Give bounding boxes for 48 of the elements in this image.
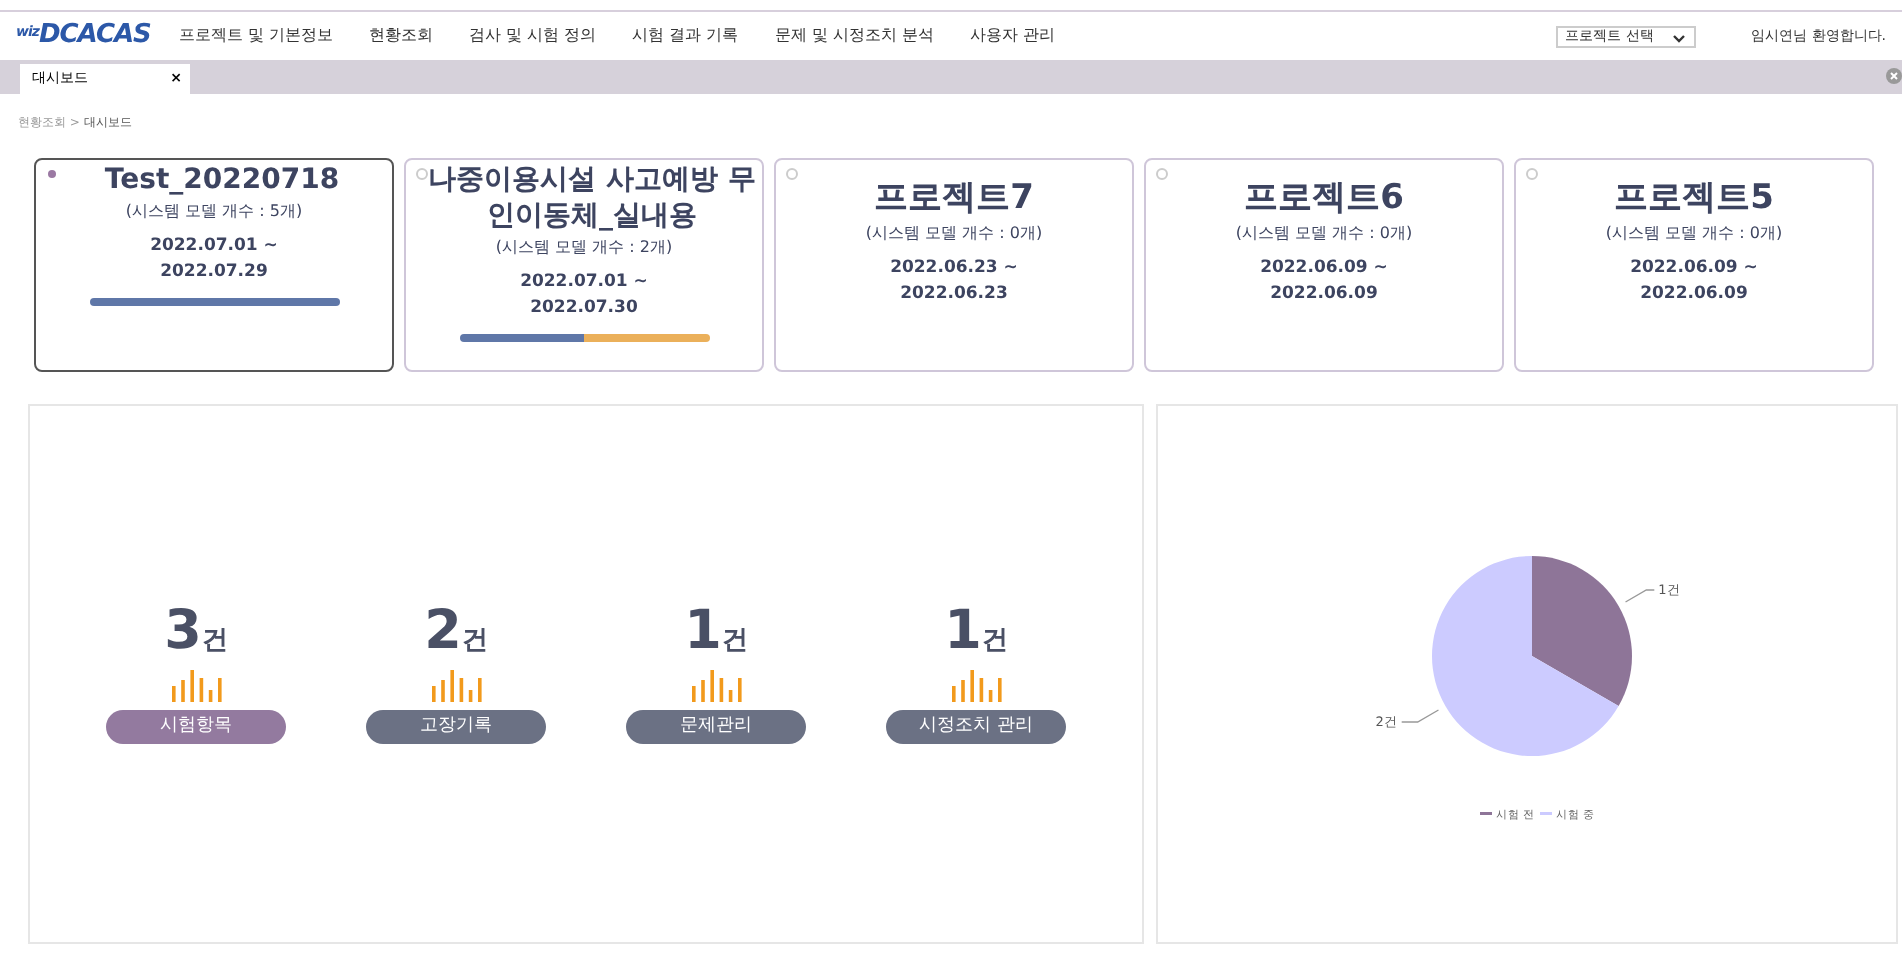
model-count: (시스템 모델 개수 : 0개) — [1235, 222, 1413, 247]
radio-icon[interactable] — [1526, 168, 1538, 180]
category-pill[interactable]: 문제관리 — [626, 710, 806, 744]
model-count: (시스템 모델 개수 : 2개) — [495, 236, 673, 261]
project-title: 프로젝트7 — [874, 176, 1034, 221]
date-range: 2022.07.01 ~ 2022.07.29 — [150, 234, 278, 286]
menu-link[interactable]: 프로젝트 및 기본정보 — [178, 24, 334, 48]
project-title: Test_20220718 — [104, 162, 340, 199]
model-count: (시스템 모델 개수 : 5개) — [125, 200, 303, 225]
project-title: 프로젝트6 — [1244, 176, 1404, 221]
bar-chart-icon — [429, 670, 483, 702]
model-count: (시스템 모델 개수 : 0개) — [865, 222, 1043, 247]
bar-chart-icon — [689, 670, 743, 702]
category-pill[interactable]: 고장기록 — [366, 710, 546, 744]
count-text: 1건 — [684, 604, 748, 662]
menu-link[interactable]: 사용자 관리 — [969, 24, 1055, 48]
count-text: 2 건 — [424, 604, 488, 662]
logo[interactable]: $^{wiz}$DCACAS — [16, 16, 151, 56]
date-range: 2022.07.01 ~ 2022.07.30 — [520, 270, 648, 322]
radio-icon[interactable] — [48, 170, 56, 178]
radio-icon[interactable] — [786, 168, 798, 180]
project-card[interactable]: 프로젝트6 (시스템 모델 개수 : 0개) 2022.06.09 ~ 2022.06.09 — [1144, 158, 1504, 372]
date-range: 2022.06.09 ~ 2022.06.09 — [1630, 256, 1758, 308]
project-title: 나중이용시설 사고예방 무인이동체_실내용 — [428, 162, 756, 235]
project-title: 프로젝트5 — [1614, 176, 1774, 221]
project-card[interactable]: 프로젝트5 (시스템 모델 개수 : 0개) 2022.06.09 ~ 2022.06.09 — [1514, 158, 1874, 372]
leader-line — [1624, 589, 1655, 603]
count-text: 1건 — [944, 604, 1008, 662]
menu-link[interactable]: 문제 및 시정조치 분석 — [774, 24, 934, 48]
model-count: (시스템 모델 개수 : 0개) — [1605, 222, 1783, 247]
project-card[interactable]: 나중이용시설 사고예방 무인이동체_실내용 (시스템 모델 개수 : 2개) 2022.07.01 ~ 2022.07.30 — [404, 158, 764, 372]
count-text: 3건 — [164, 604, 228, 662]
radio-icon[interactable] — [1156, 168, 1168, 180]
leader-line — [1401, 709, 1440, 723]
category-pill[interactable]: 시험항목 — [106, 710, 286, 744]
project-card[interactable]: 프로젝트7 (시스템 모델 개수 : 0개) 2022.06.23 ~ 2022.06.23 — [774, 158, 1134, 372]
radio-icon[interactable] — [416, 168, 428, 180]
category-pill[interactable]: 시정조치 관리 — [886, 710, 1066, 744]
project-card[interactable]: Test_20220718 (시스템 모델 개수 : 5개) 2022.07.01 ~ 2022.07.29 — [34, 158, 394, 372]
bar-chart-icon — [169, 670, 223, 702]
menu-link[interactable]: 현황조회 — [369, 24, 434, 48]
caret-icon — [1671, 33, 1686, 43]
close-all-icon[interactable] — [1886, 68, 1902, 84]
date-range: 2022.06.23 ~ 2022.06.23 — [890, 256, 1018, 308]
menu-link[interactable]: 검사 및 시험 정의 — [469, 24, 597, 48]
date-range: 2022.06.09 ~ 2022.06.09 — [1260, 256, 1388, 308]
bar-chart-icon — [949, 670, 1003, 702]
menu-link[interactable]: 시험 결과 기록 — [632, 24, 739, 48]
